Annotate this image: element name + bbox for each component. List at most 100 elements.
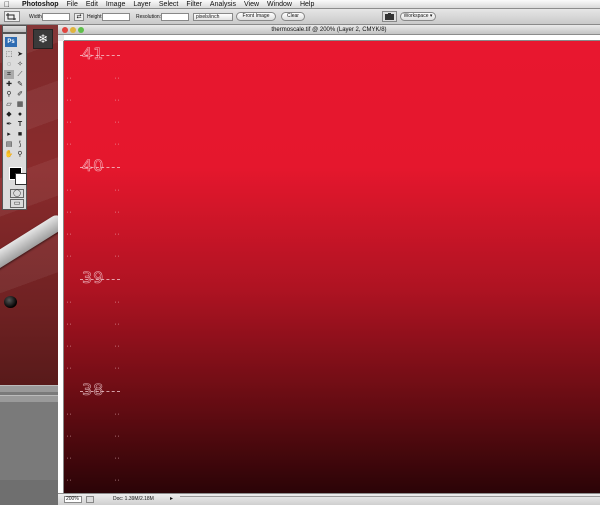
menu-analysis[interactable]: Analysis xyxy=(210,0,236,9)
eraser-tool-icon[interactable]: ▱ xyxy=(4,100,14,109)
toolbox: Ps ⬚ ➤ ◌ ✧ ⌗ ⟋ ✚ ✎ ⚲ ✐ ▱ ▦ ◆ ● ✒ T ▸ ■ ▤… xyxy=(2,33,27,210)
scale-minor-tick: ·· xyxy=(66,210,73,216)
options-bar: Width: ⇄ Height: Resolution: pixels/inch… xyxy=(0,9,600,25)
height-field[interactable] xyxy=(102,13,130,21)
marquee-tool-icon[interactable]: ⬚ xyxy=(4,50,14,59)
document-title: thermoscale.tif @ 200% (Layer 2, CMYK/8) xyxy=(271,27,387,33)
crop-tool-icon[interactable]: ⌗ xyxy=(4,70,14,79)
crop-tool-preset-icon[interactable] xyxy=(4,11,20,22)
scale-minor-tick: ·· xyxy=(114,322,121,328)
resolution-field[interactable] xyxy=(161,13,189,21)
horizontal-scrollbar[interactable] xyxy=(180,496,600,504)
shape-tool-icon[interactable]: ■ xyxy=(15,130,25,139)
workspace-button[interactable]: Workspace ▾ xyxy=(400,12,436,21)
scale-minor-tick: ·· xyxy=(66,98,73,104)
clear-button[interactable]: Clear xyxy=(281,12,305,21)
scale-minor-tick: ·· xyxy=(66,232,73,238)
scale-minor-tick: ·· xyxy=(114,300,121,306)
scale-minor-tick: ·· xyxy=(66,322,73,328)
scale-major-line xyxy=(80,167,120,168)
scale-minor-tick: ·· xyxy=(114,188,121,194)
status-menu-arrow-icon[interactable]: ▸ xyxy=(170,495,173,504)
notes-tool-icon[interactable]: ▤ xyxy=(4,140,14,149)
slice-tool-icon[interactable]: ⟋ xyxy=(15,70,25,79)
scale-minor-tick: ·· xyxy=(66,412,73,418)
height-label: Height: xyxy=(87,14,103,20)
zoom-tool-icon[interactable]: ⚲ xyxy=(15,150,25,159)
screen-mode-icon[interactable]: ▭ xyxy=(10,199,24,208)
apple-icon[interactable]:  xyxy=(4,0,14,9)
black-ball-image xyxy=(4,296,17,308)
menu-window[interactable]: Window xyxy=(267,0,292,9)
menu-photoshop[interactable]: Photoshop xyxy=(22,0,59,9)
scale-number-40: 40 xyxy=(82,156,105,176)
image-canvas[interactable]: 41 40 39 38 ·· ·· ·· ·· ·· ·· ·· ·· ·· ·· ·· ·… xyxy=(64,41,600,493)
hand-tool-icon[interactable]: ✋ xyxy=(4,150,14,159)
palette-well-icon[interactable] xyxy=(382,11,397,22)
scale-minor-tick: ·· xyxy=(114,344,121,350)
settings-flower-icon[interactable]: ❄ xyxy=(33,29,53,49)
zoom-level-field[interactable]: 200% xyxy=(64,496,82,503)
blur-tool-icon[interactable]: ◆ xyxy=(4,110,14,119)
scale-minor-tick: ·· xyxy=(66,434,73,440)
gradient-tool-icon[interactable]: ▦ xyxy=(15,100,25,109)
scale-minor-tick: ·· xyxy=(114,76,121,82)
menu-file[interactable]: File xyxy=(67,0,78,9)
scale-minor-tick: ·· xyxy=(66,188,73,194)
menu-help[interactable]: Help xyxy=(300,0,314,9)
menu-edit[interactable]: Edit xyxy=(86,0,98,9)
document-size-info: Doc: 1.39M/2.18M xyxy=(113,496,154,502)
menu-view[interactable]: View xyxy=(244,0,259,9)
scale-minor-tick: ·· xyxy=(114,456,121,462)
clone-stamp-icon[interactable]: ⚲ xyxy=(4,90,14,99)
scale-minor-tick: ·· xyxy=(66,300,73,306)
scale-minor-tick: ·· xyxy=(114,412,121,418)
scale-minor-tick: ·· xyxy=(114,434,121,440)
scale-major-line xyxy=(80,391,120,392)
resolution-units-select[interactable]: pixels/inch xyxy=(193,13,233,21)
magic-wand-icon[interactable]: ✧ xyxy=(15,60,25,69)
scale-minor-tick: ·· xyxy=(66,366,73,372)
brush-tool-icon[interactable]: ✎ xyxy=(15,80,25,89)
front-image-button[interactable]: Front Image xyxy=(236,12,276,21)
scale-minor-tick: ·· xyxy=(114,210,121,216)
scale-minor-tick: ·· xyxy=(114,366,121,372)
resolution-label: Resolution: xyxy=(136,14,162,20)
healing-brush-icon[interactable]: ✚ xyxy=(4,80,14,89)
pen-tool-icon[interactable]: ✒ xyxy=(4,120,14,129)
scale-minor-tick: ·· xyxy=(66,254,73,260)
status-info-icon[interactable] xyxy=(86,496,94,503)
document-window: thermoscale.tif @ 200% (Layer 2, CMYK/8)… xyxy=(58,25,600,505)
panel-strip xyxy=(0,395,64,402)
scale-minor-tick: ·· xyxy=(114,254,121,260)
move-tool-icon[interactable]: ➤ xyxy=(15,50,25,59)
toolbox-header[interactable] xyxy=(2,25,27,33)
scale-major-line xyxy=(80,279,120,280)
scale-minor-tick: ·· xyxy=(66,142,73,148)
panel-strip xyxy=(0,385,64,392)
swap-icon[interactable]: ⇄ xyxy=(74,13,84,21)
document-titlebar[interactable]: thermoscale.tif @ 200% (Layer 2, CMYK/8) xyxy=(58,25,600,35)
history-brush-icon[interactable]: ✐ xyxy=(15,90,25,99)
scale-minor-tick: ·· xyxy=(114,232,121,238)
eyedropper-icon[interactable]: ⟆ xyxy=(15,140,25,149)
scale-minor-tick: ·· xyxy=(66,344,73,350)
path-select-icon[interactable]: ▸ xyxy=(4,130,14,139)
menu-layer[interactable]: Layer xyxy=(133,0,151,9)
scale-minor-tick: ·· xyxy=(66,76,73,82)
background-color-swatch[interactable] xyxy=(15,173,27,185)
scale-major-line xyxy=(80,55,120,56)
lasso-tool-icon[interactable]: ◌ xyxy=(4,60,14,69)
menu-bar:  Photoshop File Edit Image Layer Select… xyxy=(0,0,600,9)
scale-number-41: 41 xyxy=(82,44,105,64)
width-field[interactable] xyxy=(42,13,70,21)
scale-minor-tick: ·· xyxy=(114,142,121,148)
menu-image[interactable]: Image xyxy=(106,0,125,9)
menu-select[interactable]: Select xyxy=(159,0,178,9)
lower-panel-area xyxy=(0,385,64,480)
type-tool-icon[interactable]: T xyxy=(15,120,25,129)
menu-filter[interactable]: Filter xyxy=(186,0,202,9)
scale-minor-tick: ·· xyxy=(66,120,73,126)
quick-mask-icon[interactable]: ◯ xyxy=(10,189,24,198)
dodge-tool-icon[interactable]: ● xyxy=(15,110,25,119)
